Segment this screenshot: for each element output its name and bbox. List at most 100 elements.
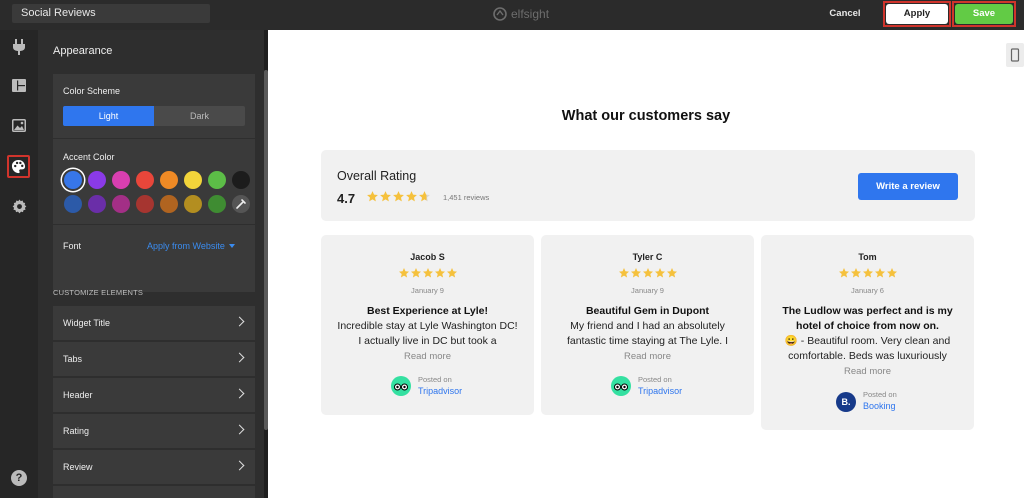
color-swatch[interactable] (184, 195, 202, 213)
review-card: Tyler C January 9 Beautiful Gem in Dupont M… (541, 235, 754, 415)
tripadvisor-icon (391, 376, 411, 396)
review-stars (541, 267, 754, 279)
star-icon (406, 191, 417, 202)
review-date: January 9 (631, 286, 664, 295)
font-select[interactable]: Apply from Website (147, 241, 235, 251)
color-swatch[interactable] (64, 171, 82, 189)
mobile-device-icon[interactable] (1006, 43, 1024, 67)
menu-item-label: Widget Title (63, 318, 111, 328)
star-icon (654, 268, 665, 278)
eyedropper-button[interactable] (232, 195, 250, 213)
review-stars (761, 267, 974, 279)
menu-item-label: Review (63, 462, 93, 472)
color-swatch[interactable] (112, 195, 130, 213)
widget-title: What our customers say (561, 108, 731, 124)
review-count: 1,451 reviews (443, 193, 490, 202)
color-swatch[interactable] (88, 195, 106, 213)
star-icon (886, 268, 897, 278)
overall-rating-value: 4.7 (337, 191, 356, 206)
review-title: The Ludlow was perfect and is my hotel o… (782, 305, 953, 332)
settings-panel: Appearance Color Scheme Light Dark Accen… (38, 30, 268, 498)
review-card: Jacob S January 9 Best Experience at Lyle!… (321, 235, 534, 415)
read-more-link[interactable]: Read more (541, 351, 754, 362)
color-swatch[interactable] (160, 171, 178, 189)
color-swatch[interactable] (208, 195, 226, 213)
overall-stars (366, 190, 431, 203)
color-swatch[interactable] (136, 195, 154, 213)
menu-item-review[interactable]: Review (53, 450, 255, 484)
review-author: Tyler C (632, 252, 663, 262)
chevron-right-icon (234, 460, 245, 471)
color-swatch[interactable] (136, 171, 154, 189)
layout-icon[interactable] (10, 76, 28, 94)
color-swatch[interactable] (232, 171, 250, 189)
color-swatch[interactable] (208, 171, 226, 189)
star-icon (874, 268, 885, 278)
accent-color-label: Accent Color (63, 152, 115, 162)
write-review-button[interactable]: Write a review (858, 173, 958, 200)
posted-on-label: Posted on (638, 375, 672, 384)
eyedropper-icon (236, 199, 246, 209)
caret-down-icon (228, 244, 235, 248)
review-text: Incredible stay at Lyle Washington DC! I… (337, 320, 518, 347)
scheme-option-dark[interactable]: Dark (154, 106, 245, 126)
plug-icon[interactable] (10, 38, 28, 56)
app-window: Social Reviews elfsight Cancel Apply Sav… (0, 0, 1024, 498)
top-bar: Social Reviews elfsight Cancel Apply Sav… (0, 0, 1024, 30)
review-source-link[interactable]: Tripadvisor (418, 386, 462, 396)
image-icon[interactable] (10, 116, 28, 134)
review-text: 😀 - Beautiful room. Very clean and comfo… (784, 335, 951, 362)
menu-item-label: Header (63, 390, 93, 400)
color-scheme-label: Color Scheme (63, 86, 121, 96)
review-date: January 9 (411, 286, 444, 295)
widget-name-input[interactable]: Social Reviews (12, 4, 210, 23)
star-icon (380, 191, 391, 202)
help-icon[interactable]: ? (11, 470, 27, 486)
review-stars (321, 267, 534, 279)
read-more-link[interactable]: Read more (761, 366, 974, 377)
color-swatch[interactable] (64, 195, 82, 213)
apply-highlight-box (883, 1, 951, 27)
read-more-link[interactable]: Read more (321, 351, 534, 362)
color-swatch[interactable] (160, 195, 178, 213)
font-select-value: Apply from Website (147, 241, 225, 251)
posted-on-label: Posted on (863, 390, 897, 399)
menu-item-header[interactable]: Header (53, 378, 255, 412)
review-author: Tom (858, 252, 877, 262)
menu-item-widget-title[interactable]: Widget Title (53, 306, 255, 340)
chevron-right-icon (234, 388, 245, 399)
palette-icon[interactable] (7, 155, 30, 178)
color-swatch[interactable] (184, 171, 202, 189)
overall-rating-label: Overall Rating (337, 169, 417, 183)
cancel-button[interactable]: Cancel (822, 4, 868, 23)
color-swatch[interactable] (112, 171, 130, 189)
divider (53, 138, 255, 139)
logo-text: elfsight (511, 7, 550, 21)
color-scheme-toggle: Light Dark (63, 106, 245, 126)
menu-item-label: Tabs (63, 354, 83, 364)
menu-item-label: Rating (63, 426, 90, 436)
star-icon (850, 268, 861, 278)
review-source-link[interactable]: Tripadvisor (638, 386, 682, 396)
star-icon (862, 268, 873, 278)
menu-item-tabs[interactable]: Tabs (53, 342, 255, 376)
star-icon (367, 191, 378, 202)
star-icon (642, 268, 653, 278)
elfsight-logo-icon (493, 7, 507, 21)
color-swatch[interactable] (88, 171, 106, 189)
posted-on-label: Posted on (418, 375, 452, 384)
review-source-link[interactable]: Booking (863, 401, 896, 411)
menu-item-partial[interactable] (53, 486, 255, 498)
review-text: My friend and I had an absolutely fantas… (566, 320, 729, 347)
booking-icon: B. (836, 392, 856, 412)
tripadvisor-icon (611, 376, 631, 396)
star-icon (422, 268, 433, 278)
review-card: Tom January 6 The Ludlow was perfect and i… (761, 235, 974, 430)
star-icon (398, 268, 409, 278)
star-icon (838, 268, 849, 278)
gear-icon[interactable] (10, 197, 28, 215)
menu-item-rating[interactable]: Rating (53, 414, 255, 448)
icon-rail: ? (0, 30, 38, 498)
elfsight-logo: elfsight (493, 6, 549, 22)
scheme-option-light[interactable]: Light (63, 106, 154, 126)
